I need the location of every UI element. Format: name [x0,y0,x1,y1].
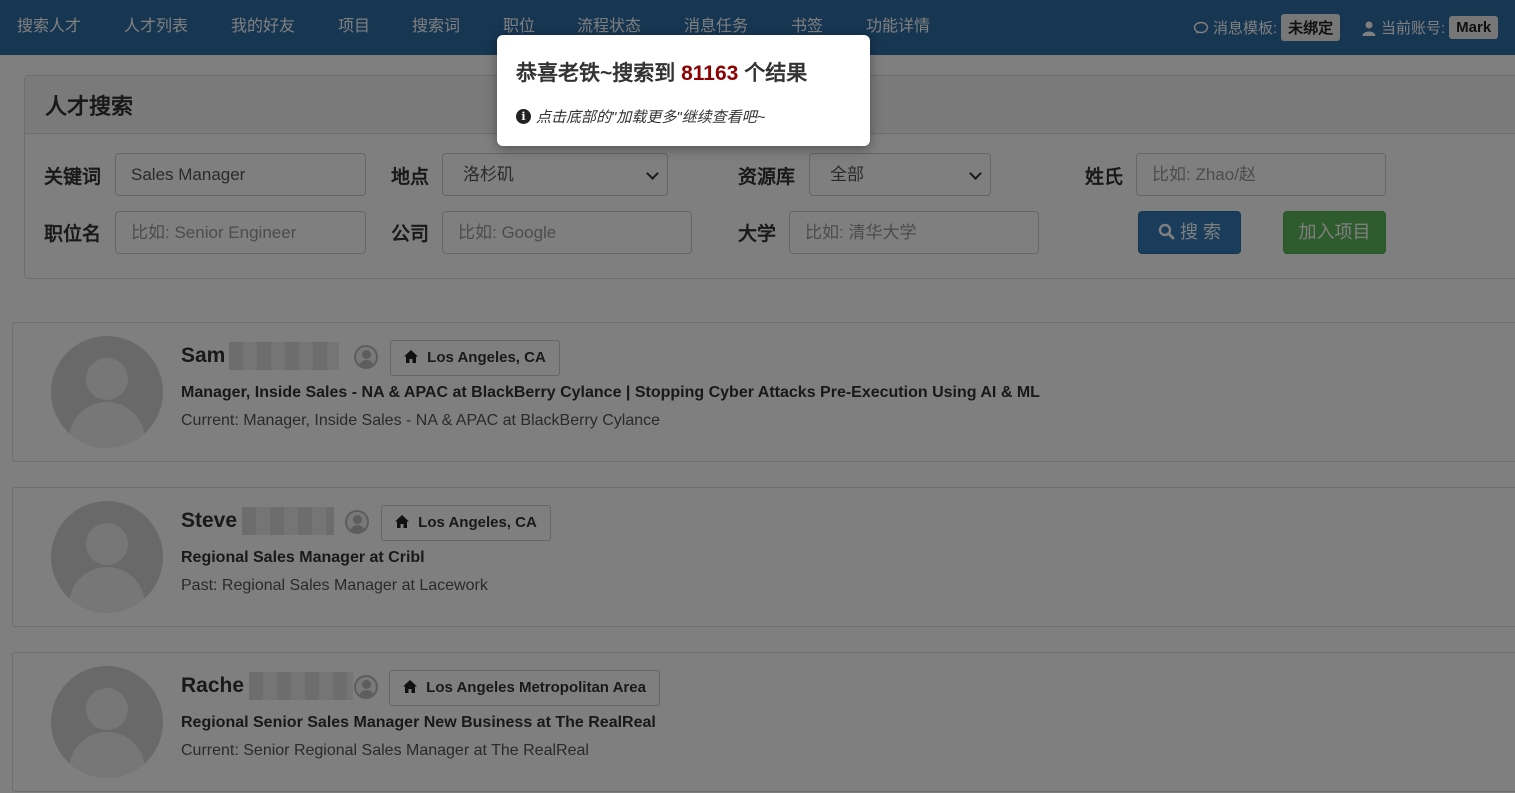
modal-title-suffix: 个结果 [744,62,808,85]
info-icon: i [516,109,531,124]
result-count: 81163 [681,62,739,85]
modal-title-prefix: 恭喜老铁~搜索到 [516,62,676,85]
modal-title: 恭喜老铁~搜索到 81163 个结果 [516,57,807,87]
modal-message-text: 点击底部的"加载更多"继续查看吧~ [536,109,766,126]
search-result-modal: 恭喜老铁~搜索到 81163 个结果 i 点击底部的"加载更多"继续查看吧~ [497,35,870,146]
modal-message: i 点击底部的"加载更多"继续查看吧~ [516,106,765,127]
